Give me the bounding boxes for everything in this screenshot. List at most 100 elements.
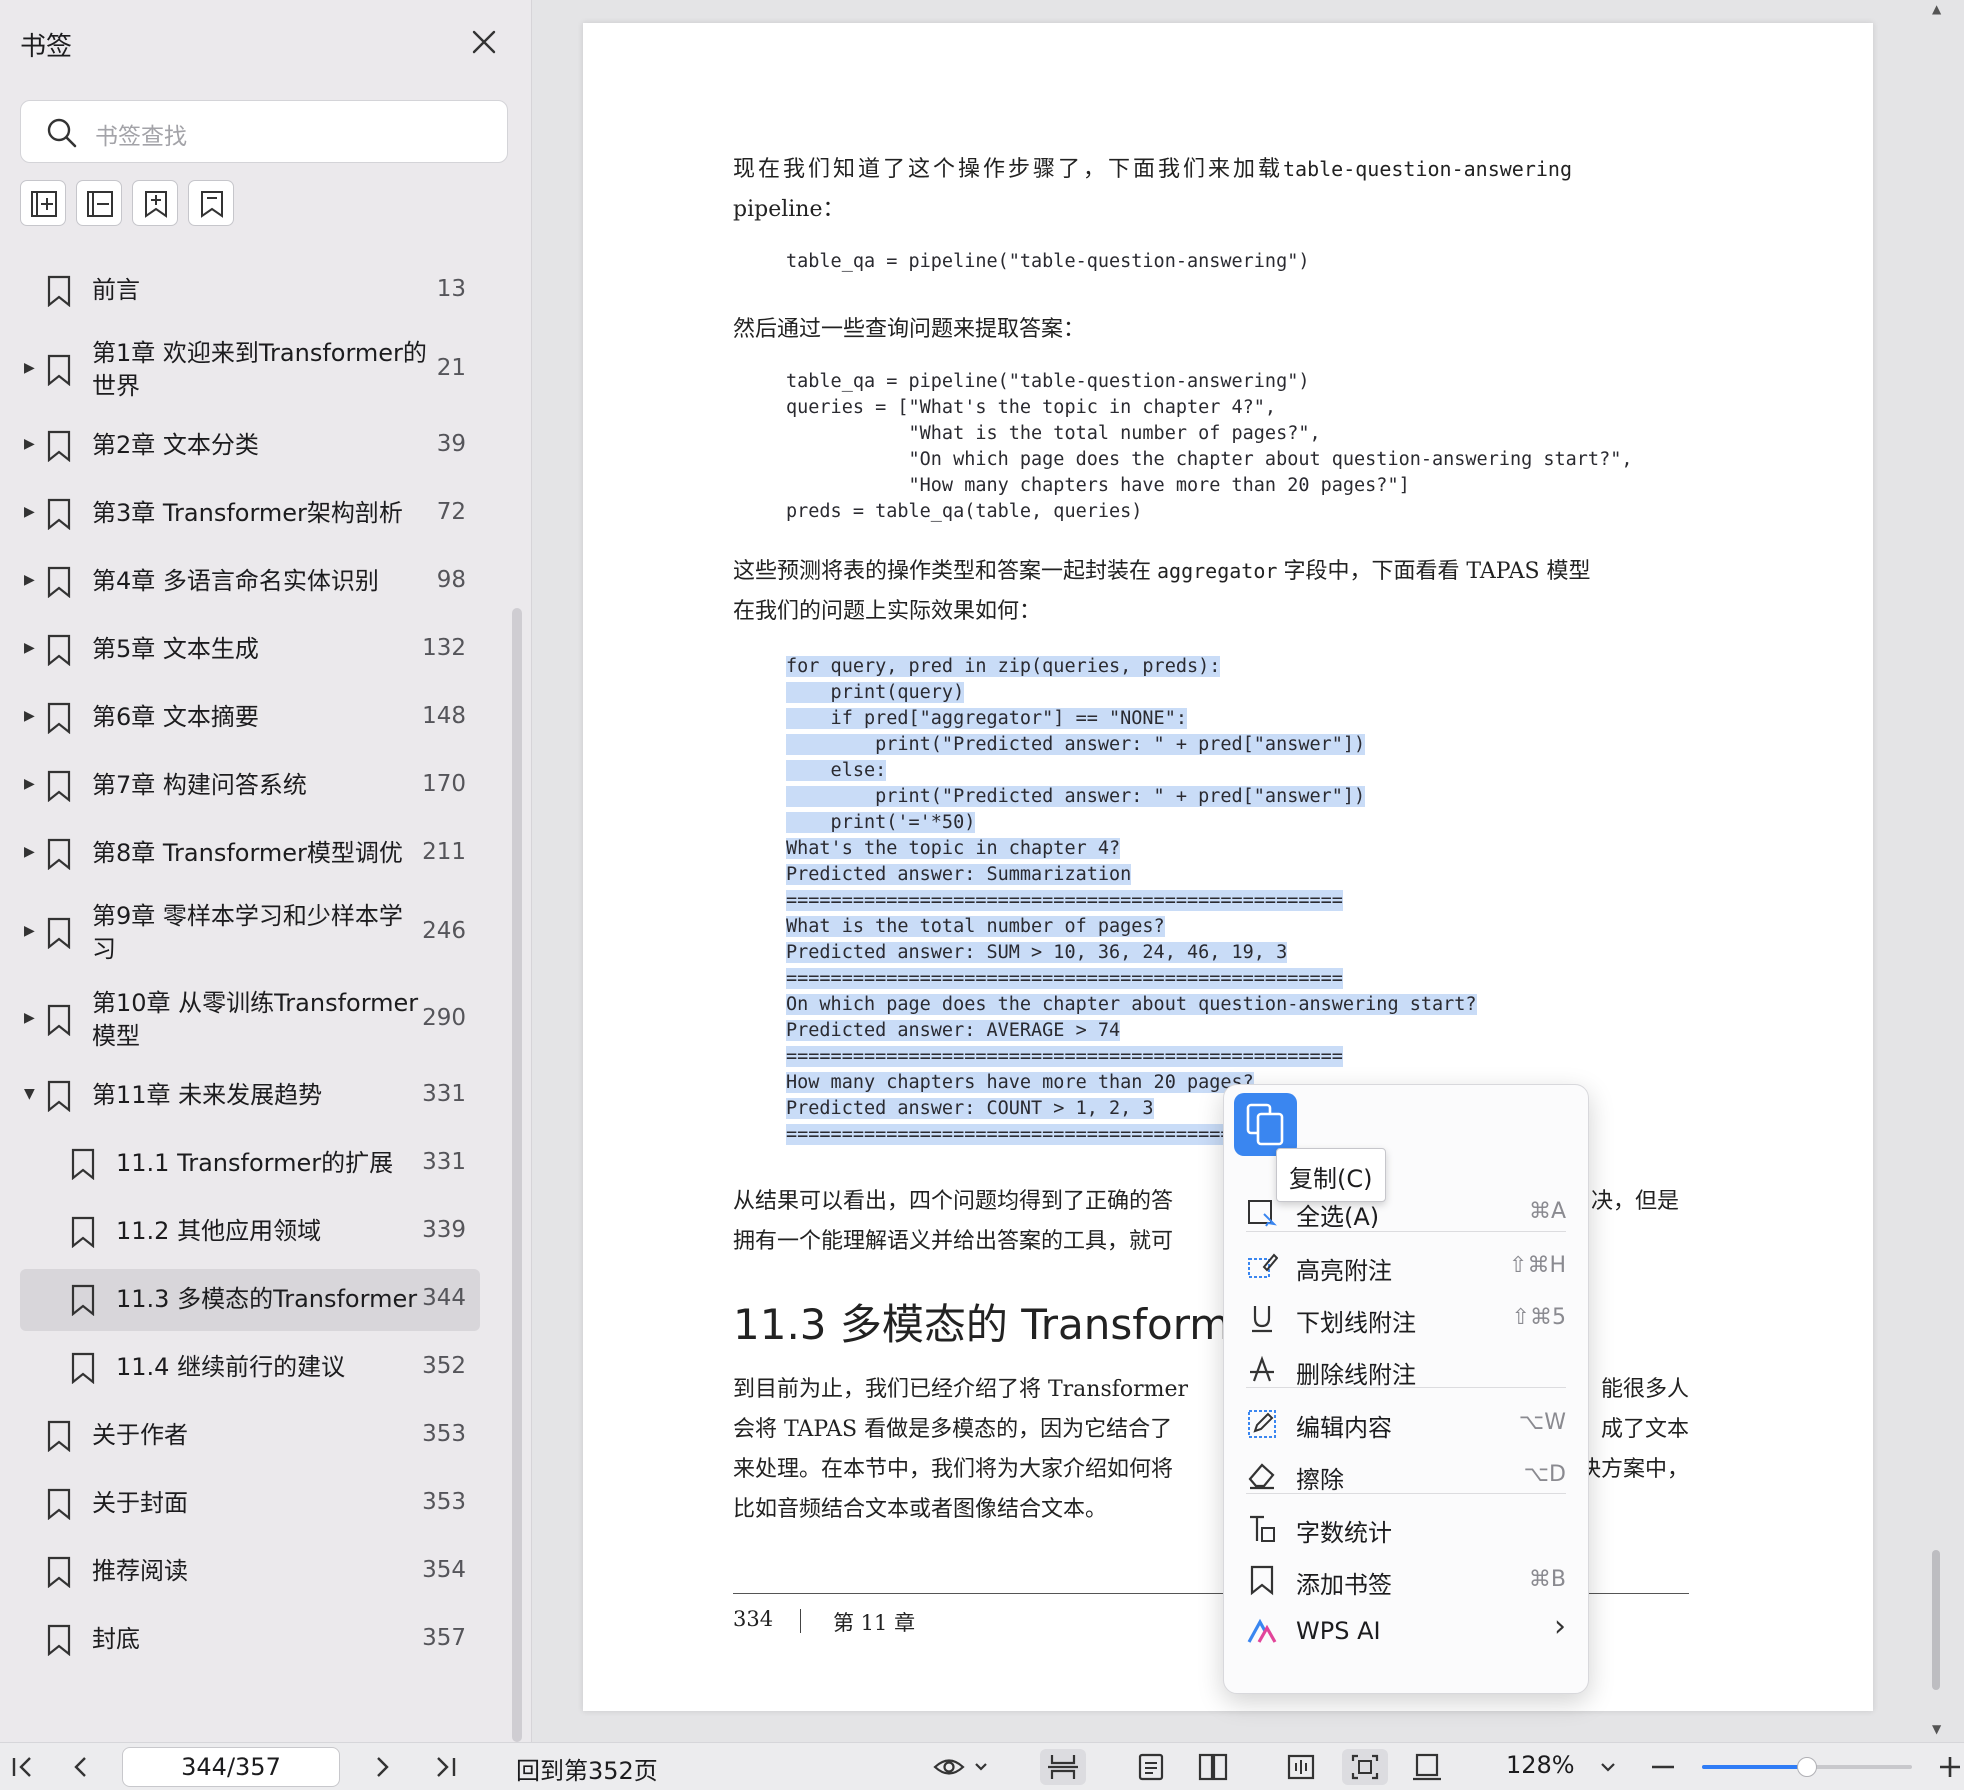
add-bookmark-button[interactable] [132, 180, 178, 226]
expand-arrow-right-icon[interactable]: ▶ [24, 640, 35, 656]
bookmark-item[interactable]: 封底 357 [20, 1609, 480, 1671]
document-scrollbar[interactable]: ▲ ▼ [1930, 0, 1944, 1742]
selected-code-block[interactable]: for query, pred in zip(queries, preds): … [786, 654, 1477, 1148]
view-mode-button[interactable] [932, 1749, 992, 1785]
bookmark-item[interactable]: 前言 13 [20, 260, 480, 322]
selected-code-line: Predicted answer: AVERAGE > 74 [786, 1020, 1121, 1041]
zoom-in-button[interactable] [1936, 1749, 1964, 1785]
bookmark-page-number: 211 [422, 839, 466, 865]
menu-item-label: 全选(A) [1296, 1203, 1380, 1231]
zoom-level[interactable]: 128% [1506, 1751, 1575, 1779]
menu-item-edit[interactable]: 编辑内容 ⌥W [1224, 1398, 1588, 1448]
bookmark-label: 11.3 多模态的Transformer [116, 1285, 418, 1313]
bookmark-item[interactable]: ▶ 第10章 从零训练Transformer 模型 290 [20, 978, 480, 1062]
prev-page-button[interactable] [66, 1749, 96, 1785]
bookmark-icon [46, 1004, 72, 1037]
menu-item-underline[interactable]: 下划线附注 ⇧⌘5 [1224, 1293, 1588, 1343]
document-scroll-thumb[interactable] [1932, 1550, 1940, 1690]
expand-arrow-right-icon[interactable]: ▶ [24, 776, 35, 792]
search-icon [47, 118, 77, 148]
expand-all-button[interactable] [20, 180, 66, 226]
expand-arrow-right-icon[interactable]: ▶ [24, 844, 35, 860]
bookmark-item[interactable]: 11.3 多模态的Transformer 344 [20, 1269, 480, 1331]
bookmark-item[interactable]: ▶ 第5章 文本生成 132 [20, 619, 480, 681]
expand-arrow-right-icon[interactable]: ▶ [24, 708, 35, 724]
bookmark-item[interactable]: ▶ 第1章 欢迎来到Transformer的 世界 21 [20, 328, 480, 412]
scroll-up-arrow[interactable]: ▲ [1932, 2, 1941, 16]
bookmark-page-number: 353 [422, 1489, 466, 1515]
scroll-down-arrow[interactable]: ▼ [1932, 1722, 1941, 1736]
bookmark-item[interactable]: ▶ 第9章 零样本学习和少样本学习 246 [20, 891, 480, 975]
close-sidebar-button[interactable] [468, 26, 500, 58]
bookmark-options-button[interactable] [188, 180, 234, 226]
bookmark-icon [70, 1216, 96, 1249]
bookmark-item[interactable]: ▶ 第4章 多语言命名实体识别 98 [20, 551, 480, 613]
copy-tooltip: 复制(C) [1276, 1148, 1386, 1202]
bottom-toolbar: 344/357 回到第352页 128% [0, 1742, 1964, 1790]
bookmark-icon [46, 1556, 72, 1589]
copy-button[interactable] [1234, 1093, 1297, 1156]
zoom-slider-knob[interactable] [1797, 1757, 1817, 1777]
paragraph: 这些预测将表的操作类型和答案一起封装在 aggregator 字段中，下面看看 TA… [733, 553, 1591, 585]
menu-item-highlight[interactable]: 高亮附注 ⇧⌘H [1224, 1241, 1588, 1291]
bookmark-item[interactable]: ▶ 第2章 文本分类 39 [20, 415, 480, 477]
bookmark-item[interactable]: ▼ 第11章 未来发展趋势 331 [20, 1065, 480, 1127]
selected-code-line: print("Predicted answer: " + pred["answe… [786, 734, 1366, 755]
next-page-button[interactable] [367, 1749, 397, 1785]
bookmark-label: 第8章 Transformer模型调优 [92, 839, 403, 867]
bookmark-page-number: 246 [422, 918, 466, 944]
bookmark-item[interactable]: 关于作者 353 [20, 1405, 480, 1467]
paragraph: 然后通过一些查询问题来提取答案： [733, 317, 1086, 342]
highlight-icon [1246, 1250, 1279, 1282]
first-page-button[interactable] [8, 1749, 38, 1785]
bookmark-item[interactable]: 关于封面 353 [20, 1473, 480, 1535]
underline-icon [1246, 1302, 1278, 1334]
menu-item-wps-ai[interactable]: WPS AI › [1224, 1607, 1588, 1657]
two-page-button[interactable] [1190, 1749, 1236, 1785]
expand-arrow-right-icon[interactable]: ▶ [24, 1010, 35, 1026]
single-page-button[interactable] [1128, 1749, 1174, 1785]
zoom-out-button[interactable] [1648, 1749, 1678, 1785]
bookmark-item[interactable]: ▶ 第7章 构建问答系统 170 [20, 755, 480, 817]
bookmark-item[interactable]: 推荐阅读 354 [20, 1541, 480, 1603]
bookmark-item[interactable]: ▶ 第3章 Transformer架构剖析 72 [20, 483, 480, 545]
fit-width-button[interactable] [1404, 1749, 1450, 1785]
bookmark-item[interactable]: 11.2 其他应用领域 339 [20, 1201, 480, 1263]
expand-arrow-right-icon[interactable]: ▶ [24, 360, 35, 376]
expand-arrow-right-icon[interactable]: ▶ [24, 504, 35, 520]
sidebar-scrollbar[interactable] [512, 608, 522, 1742]
copy-icon [1246, 1103, 1284, 1146]
bookmark-item[interactable]: 11.4 继续前行的建议 352 [20, 1337, 480, 1399]
bookmark-icon [46, 1420, 72, 1453]
bookmark-item[interactable]: ▶ 第6章 文本摘要 148 [20, 687, 480, 749]
paragraph-line: 来处理。在本节中，我们将为大家介绍如何将 [733, 1457, 1174, 1482]
menu-item-word-count[interactable]: 字数统计 [1224, 1503, 1588, 1553]
back-to-page-link[interactable]: 回到第352页 [516, 1751, 658, 1786]
bookmark-page-number: 339 [422, 1217, 466, 1243]
bookmark-page-number: 39 [436, 431, 466, 457]
page-number-input[interactable]: 344/357 [122, 1747, 340, 1787]
menu-item-shortcut: ⌥D [1523, 1462, 1566, 1487]
expand-arrow-down-icon[interactable]: ▼ [24, 1086, 35, 1102]
bookmark-search-input[interactable]: 书签查找 [20, 100, 508, 163]
expand-arrow-right-icon[interactable]: ▶ [24, 923, 35, 939]
bookmark-item[interactable]: 11.1 Transformer的扩展 331 [20, 1133, 480, 1195]
bookmark-page-number: 353 [422, 1421, 466, 1447]
bookmark-item[interactable]: ▶ 第8章 Transformer模型调优 211 [20, 823, 480, 885]
single-page-icon [1138, 1753, 1164, 1781]
book-mode-button[interactable] [1278, 1749, 1324, 1785]
menu-item-shortcut: ⇧⌘H [1509, 1253, 1566, 1278]
zoom-dropdown[interactable] [1596, 1749, 1620, 1785]
zoom-slider[interactable] [1702, 1757, 1912, 1777]
last-page-button[interactable] [430, 1749, 460, 1785]
bookmark-sidebar: 书签 书签查找 前言 13 ▶ 第1章 欢迎来到Transformer的 世界 21 ▶ 第2… [0, 0, 532, 1742]
menu-item-bookmark[interactable]: 添加书签 ⌘B [1224, 1555, 1588, 1605]
paragraph-tail: 决，但是 [1591, 1189, 1680, 1214]
bookmark-page-number: 170 [422, 771, 466, 797]
expand-arrow-right-icon[interactable]: ▶ [24, 572, 35, 588]
expand-arrow-right-icon[interactable]: ▶ [24, 436, 35, 452]
continuous-scroll-button[interactable] [1040, 1749, 1086, 1785]
fit-page-button[interactable] [1342, 1749, 1388, 1785]
collapse-all-button[interactable] [76, 180, 122, 226]
book-mode-icon [1287, 1754, 1315, 1780]
